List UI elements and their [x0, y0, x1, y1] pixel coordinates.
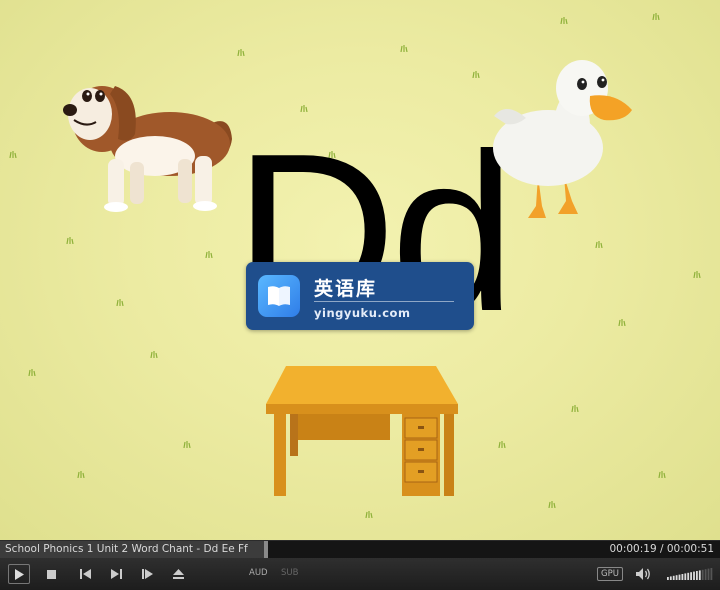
audio-track-button[interactable]: AUD	[249, 568, 268, 578]
volume-bar	[675, 575, 678, 580]
eject-icon	[172, 569, 184, 579]
video-area[interactable]: Dd 英语库 yingyuku.com	[0, 0, 720, 540]
volume-slider[interactable]	[667, 568, 713, 580]
grass-tuft	[571, 405, 579, 412]
stop-button[interactable]	[40, 564, 62, 584]
volume-bar	[684, 573, 687, 580]
watermark-title: 英语库	[314, 278, 378, 300]
volume-bar	[690, 572, 692, 580]
grass-tuft	[652, 13, 660, 20]
volume-bar	[681, 574, 684, 580]
watermark-url: yingyuku.com	[314, 306, 411, 320]
volume-icon	[636, 568, 650, 580]
desk-illustration	[266, 366, 458, 496]
grass-tuft	[560, 17, 568, 24]
seek-thumb[interactable]	[264, 541, 268, 558]
volume-bar	[701, 569, 704, 580]
duck-illustration	[493, 60, 632, 218]
next-icon	[110, 569, 122, 579]
volume-bar	[669, 576, 672, 580]
mute-button[interactable]	[633, 564, 655, 584]
grass-tuft	[400, 45, 408, 52]
grass-tuft	[28, 369, 36, 376]
volume-bar	[698, 570, 701, 580]
volume-bar	[704, 569, 707, 580]
media-title: School Phonics 1 Unit 2 Word Chant - Dd …	[5, 543, 248, 555]
next-button[interactable]	[105, 564, 127, 584]
volume-bar	[672, 575, 675, 580]
volume-bar	[678, 574, 681, 580]
volume-bar	[667, 577, 669, 580]
grass-tuft	[77, 471, 85, 478]
player-controls: AUD SUB GPU	[0, 558, 720, 590]
grass-tuft	[9, 151, 17, 158]
volume-bar	[693, 571, 695, 580]
volume-bar	[710, 568, 713, 580]
time-display: 00:00:19 / 00:00:51	[609, 543, 714, 555]
gpu-indicator[interactable]: GPU	[597, 567, 623, 581]
stop-icon	[46, 569, 56, 579]
grass-tuft	[116, 299, 124, 306]
grass-tuft	[548, 501, 556, 508]
grass-tuft	[205, 251, 213, 258]
grass-tuft	[66, 237, 74, 244]
book-icon	[258, 275, 300, 317]
seek-bar[interactable]: School Phonics 1 Unit 2 Word Chant - Dd …	[0, 540, 720, 558]
grass-tuft	[693, 271, 701, 278]
volume-bar	[687, 572, 690, 580]
eject-button[interactable]	[167, 564, 189, 584]
previous-icon	[79, 569, 91, 579]
frame-step-button[interactable]	[136, 564, 158, 584]
grass-tuft	[658, 471, 666, 478]
grass-tuft	[472, 71, 480, 78]
play-button[interactable]	[8, 564, 30, 584]
watermark-badge: 英语库 yingyuku.com	[246, 262, 474, 330]
dog-illustration	[63, 86, 232, 212]
grass-tuft	[183, 441, 191, 448]
grass-tuft	[595, 241, 603, 248]
volume-bar	[696, 571, 698, 580]
grass-tuft	[365, 511, 373, 518]
grass-tuft	[150, 351, 158, 358]
grass-tuft	[237, 49, 245, 56]
frame-step-icon	[141, 569, 153, 579]
subtitle-track-button[interactable]: SUB	[281, 568, 298, 578]
grass-tuft	[498, 441, 506, 448]
play-icon	[15, 568, 24, 580]
volume-bar	[707, 568, 710, 580]
watermark-divider	[314, 301, 454, 302]
previous-button[interactable]	[74, 564, 96, 584]
grass-tuft	[618, 319, 626, 326]
